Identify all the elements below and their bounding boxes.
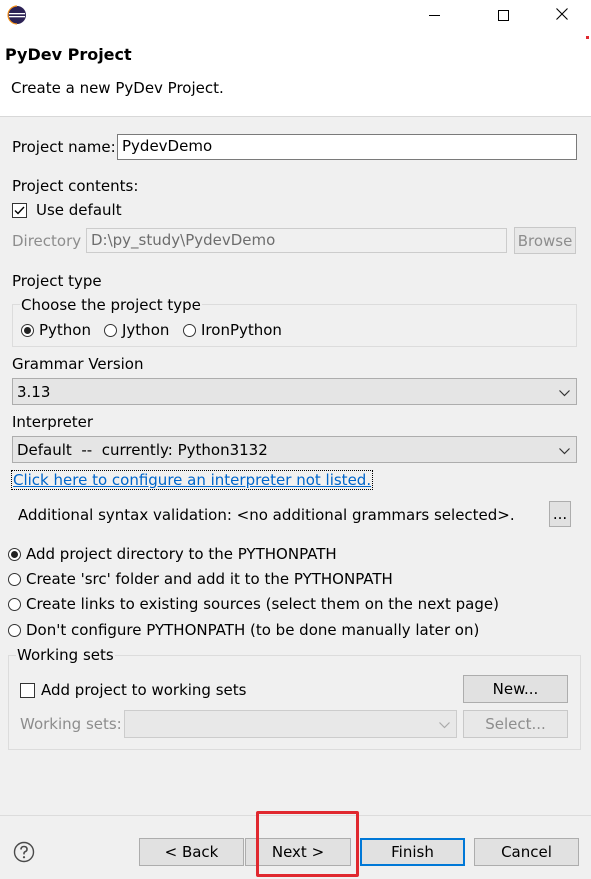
project-contents-label: Project contents:	[12, 177, 139, 195]
project-name-label: Project name:	[12, 138, 116, 156]
select-working-sets-button: Select...	[463, 710, 568, 738]
pythonpath-option-links-label: Create links to existing sources (select…	[26, 595, 499, 613]
help-icon[interactable]	[13, 841, 35, 863]
pythonpath-option-add[interactable]: Add project directory to the PYTHONPATH	[8, 545, 337, 563]
eclipse-icon	[7, 5, 27, 25]
pythonpath-option-add-label: Add project directory to the PYTHONPATH	[26, 545, 337, 563]
pythonpath-option-src-label: Create 'src' folder and add it to the PY…	[26, 570, 393, 588]
configure-interpreter-link[interactable]: Click here to configure an interpreter n…	[11, 470, 374, 490]
cancel-button[interactable]: Cancel	[474, 838, 579, 866]
grammar-version-value: 3.13	[17, 382, 51, 401]
radio-ironpython-label: IronPython	[201, 321, 282, 339]
minimize-button[interactable]	[411, 0, 457, 30]
use-default-label: Use default	[36, 201, 122, 219]
interpreter-value: Default -- currently: Python3132	[17, 440, 268, 459]
chevron-down-icon	[439, 715, 450, 733]
add-to-working-sets-label: Add project to working sets	[41, 681, 247, 699]
use-default-check[interactable]	[12, 202, 27, 218]
interpreter-label: Interpreter	[12, 413, 94, 431]
interpreter-select[interactable]: Default -- currently: Python3132	[12, 436, 577, 463]
browse-button: Browse	[514, 227, 576, 254]
syntax-validation-label: Additional syntax validation: <no additi…	[18, 506, 515, 524]
working-sets-select	[124, 710, 457, 738]
project-name-input[interactable]: PydevDemo	[117, 134, 577, 160]
wizard-header	[0, 30, 591, 117]
radio-jython[interactable]: Jython	[104, 321, 169, 339]
maximize-button[interactable]	[480, 0, 526, 30]
working-sets-group-label: Working sets	[16, 646, 115, 664]
page-description: Create a new PyDev Project.	[11, 79, 224, 97]
radio-ironpython[interactable]: IronPython	[183, 321, 282, 339]
working-sets-label: Working sets:	[20, 715, 122, 733]
chevron-down-icon	[559, 441, 570, 459]
title-bar	[0, 0, 591, 30]
minimize-icon	[428, 14, 440, 16]
add-to-working-sets-checkbox[interactable]: Add project to working sets	[20, 681, 246, 699]
finish-button[interactable]: Finish	[360, 838, 465, 866]
project-type-label: Project type	[12, 272, 102, 290]
grammar-version-label: Grammar Version	[12, 355, 144, 373]
chevron-down-icon	[559, 383, 570, 401]
project-type-group-label: Choose the project type	[20, 296, 202, 314]
directory-input: D:\py_study\PydevDemo	[86, 228, 507, 253]
pythonpath-option-add-button[interactable]	[8, 547, 21, 561]
pythonpath-option-links[interactable]: Create links to existing sources (select…	[8, 595, 499, 613]
pythonpath-option-none-button[interactable]	[8, 623, 21, 637]
add-to-working-sets-check[interactable]	[20, 682, 35, 698]
directory-label: Directory	[12, 232, 82, 250]
radio-ironpython-button[interactable]	[183, 323, 196, 337]
pythonpath-option-links-button[interactable]	[8, 597, 21, 611]
radio-jython-label: Jython	[122, 321, 170, 339]
radio-jython-button[interactable]	[104, 323, 117, 337]
radio-python-label: Python	[39, 321, 91, 339]
pythonpath-option-none-label: Don't configure PYTHONPATH (to be done m…	[26, 621, 480, 639]
syntax-validation-button[interactable]: ...	[549, 501, 571, 527]
next-button-highlight	[256, 811, 359, 877]
radio-python[interactable]: Python	[21, 321, 91, 339]
header-marker	[586, 36, 589, 39]
pythonpath-option-src[interactable]: Create 'src' folder and add it to the PY…	[8, 570, 393, 588]
pythonpath-option-none[interactable]: Don't configure PYTHONPATH (to be done m…	[8, 621, 479, 639]
pythonpath-option-src-button[interactable]	[8, 572, 21, 586]
radio-python-button[interactable]	[21, 323, 34, 337]
grammar-version-select[interactable]: 3.13	[12, 378, 577, 405]
close-icon	[556, 6, 568, 24]
maximize-icon	[497, 9, 509, 21]
new-working-set-button[interactable]: New...	[463, 675, 568, 703]
page-title: PyDev Project	[5, 45, 132, 64]
close-button[interactable]	[539, 0, 585, 30]
back-button[interactable]: < Back	[139, 838, 244, 866]
use-default-checkbox[interactable]: Use default	[12, 201, 122, 219]
